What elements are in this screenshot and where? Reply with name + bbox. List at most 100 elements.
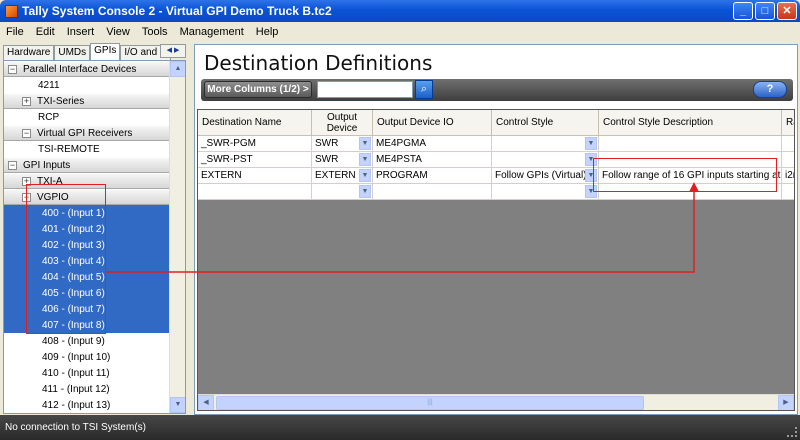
tree-item[interactable]: 412 - (Input 13) <box>4 397 185 413</box>
tree-item[interactable]: 410 - (Input 11) <box>4 365 185 381</box>
collapse-icon[interactable]: − <box>8 64 17 74</box>
annotation-box-description <box>593 158 777 192</box>
tree-item-label: 412 - (Input 13) <box>42 399 111 411</box>
table-cell[interactable]: EXTERN <box>198 168 312 184</box>
tree-group-node[interactable]: − GPI Inputs <box>4 157 185 173</box>
table-cell[interactable] <box>782 184 794 200</box>
table-cell[interactable]: SWR ▼ <box>312 136 373 152</box>
help-button[interactable]: ? <box>753 81 787 98</box>
col-output-device[interactable]: Output Device <box>312 110 373 136</box>
tree-item[interactable]: 4211 <box>4 77 185 93</box>
status-bar: No connection to TSI System(s) <box>0 415 800 440</box>
expand-icon[interactable]: + <box>22 96 31 106</box>
tree-item[interactable]: 409 - (Input 10) <box>4 349 185 365</box>
tree-group-node[interactable]: + TXI-Series <box>4 93 185 109</box>
tree-vertical-scrollbar[interactable]: ▲ ▼ <box>169 61 185 413</box>
tree-item[interactable]: 408 - (Input 9) <box>4 333 185 349</box>
tab-umds[interactable]: UMDs <box>54 45 91 60</box>
cell-text: i2n <box>785 170 794 181</box>
cell-text: SWR <box>315 138 339 149</box>
col-destination-name[interactable]: Destination Name <box>198 110 312 136</box>
table-cell[interactable]: _SWR-PGM <box>198 136 312 152</box>
menu-file[interactable]: File <box>0 26 30 38</box>
tab-gpis[interactable]: GPIs <box>90 43 121 60</box>
menu-tools[interactable]: Tools <box>136 26 174 38</box>
tree-item[interactable]: 411 - (Input 12) <box>4 381 185 397</box>
menu-edit[interactable]: Edit <box>30 26 61 38</box>
scroll-down-icon[interactable]: ▼ <box>170 397 185 413</box>
destination-panel: Destination Definitions More Columns (1/… <box>194 44 798 415</box>
minimize-button[interactable]: _ <box>733 2 753 20</box>
menu-help[interactable]: Help <box>250 26 285 38</box>
grid-horizontal-scrollbar[interactable]: ◀ ||| ▶ <box>198 394 794 410</box>
menu-bar: File Edit Insert View Tools Management H… <box>0 22 800 41</box>
left-tabs: Hardware UMDs GPIs I/O and S <box>3 43 171 60</box>
dropdown-icon[interactable]: ▼ <box>359 169 371 182</box>
dropdown-icon[interactable]: ▼ <box>359 185 371 198</box>
collapse-icon[interactable]: − <box>22 128 31 138</box>
tree-item[interactable]: TSI-REMOTE <box>4 141 185 157</box>
tab-hardware[interactable]: Hardware <box>3 45 55 60</box>
cell-text: ME4PSTA <box>376 154 422 165</box>
cell-text: ME4PGMA <box>376 138 427 149</box>
status-text: No connection to TSI System(s) <box>5 422 146 433</box>
table-cell[interactable] <box>373 184 492 200</box>
grid-header: Destination Name Output Device Output De… <box>198 110 794 136</box>
table-cell[interactable]: PROGRAM <box>373 168 492 184</box>
col-ra[interactable]: Ra <box>782 110 794 136</box>
collapse-icon[interactable]: − <box>8 160 17 170</box>
dropdown-icon[interactable]: ▼ <box>359 137 371 150</box>
col-control-style[interactable]: Control Style <box>492 110 599 136</box>
menu-management[interactable]: Management <box>174 26 250 38</box>
table-cell[interactable] <box>198 184 312 200</box>
scroll-right-icon[interactable]: ▶ <box>778 395 794 410</box>
table-cell[interactable]: SWR ▼ <box>312 152 373 168</box>
tree-item-label: 410 - (Input 11) <box>42 367 110 379</box>
table-row[interactable]: _SWR-PGM SWR ▼ ME4PGMA ▼ <box>198 136 794 152</box>
tree-item-label: RCP <box>38 111 60 123</box>
resize-grip-icon[interactable] <box>787 427 797 437</box>
tree-item-label: 409 - (Input 10) <box>42 351 111 363</box>
table-cell[interactable]: ME4PGMA <box>373 136 492 152</box>
table-cell[interactable] <box>782 152 794 168</box>
close-button[interactable]: ✕ <box>777 2 797 20</box>
table-cell[interactable]: ▼ <box>312 184 373 200</box>
tree-item[interactable]: 413 - (Input 14) <box>4 413 185 414</box>
table-cell[interactable]: ▼ <box>492 152 599 168</box>
menu-view[interactable]: View <box>100 26 136 38</box>
tree-item-label: Parallel Interface Devices <box>23 63 137 75</box>
cell-text: _SWR-PST <box>201 154 253 165</box>
scroll-left-icon[interactable]: ◀ <box>198 395 214 410</box>
table-cell[interactable]: _SWR-PST <box>198 152 312 168</box>
table-cell[interactable]: i2n <box>782 168 794 184</box>
cell-text: SWR <box>315 154 339 165</box>
dropdown-icon[interactable]: ▼ <box>359 153 371 166</box>
col-control-style-description[interactable]: Control Style Description <box>599 110 782 136</box>
scroll-up-icon[interactable]: ▲ <box>170 61 185 77</box>
tab-scroll-arrows[interactable]: ◀ ▶ <box>160 44 186 58</box>
search-button[interactable]: ⌕ <box>415 80 433 99</box>
dropdown-icon[interactable]: ▼ <box>585 137 597 150</box>
search-input[interactable] <box>317 81 413 98</box>
app-icon <box>5 4 18 18</box>
table-cell[interactable]: ME4PSTA <box>373 152 492 168</box>
tree-group-node[interactable]: − Parallel Interface Devices <box>4 61 185 77</box>
table-cell[interactable]: ▼ <box>492 184 599 200</box>
search-icon: ⌕ <box>420 83 428 95</box>
table-cell[interactable]: ▼ <box>492 136 599 152</box>
tree-item-label: 411 - (Input 12) <box>42 383 110 395</box>
tree-item-label: Virtual GPI Receivers <box>37 127 133 139</box>
table-cell[interactable]: EXTERN ▼ <box>312 168 373 184</box>
maximize-button[interactable]: □ <box>755 2 775 20</box>
tree-group-node[interactable]: − Virtual GPI Receivers <box>4 125 185 141</box>
menu-insert[interactable]: Insert <box>61 26 101 38</box>
table-cell[interactable] <box>599 136 782 152</box>
table-cell[interactable] <box>782 136 794 152</box>
tree-item-label: TXI-Series <box>37 95 85 107</box>
col-output-device-io[interactable]: Output Device IO <box>373 110 492 136</box>
table-cell[interactable]: Follow GPIs (Virtual) ▼ <box>492 168 599 184</box>
more-columns-button[interactable]: More Columns (1/2) > <box>204 81 312 98</box>
tree-item[interactable]: RCP <box>4 109 185 125</box>
cell-text: Follow GPIs (Virtual) <box>495 170 587 181</box>
scroll-thumb[interactable]: ||| <box>216 396 644 410</box>
